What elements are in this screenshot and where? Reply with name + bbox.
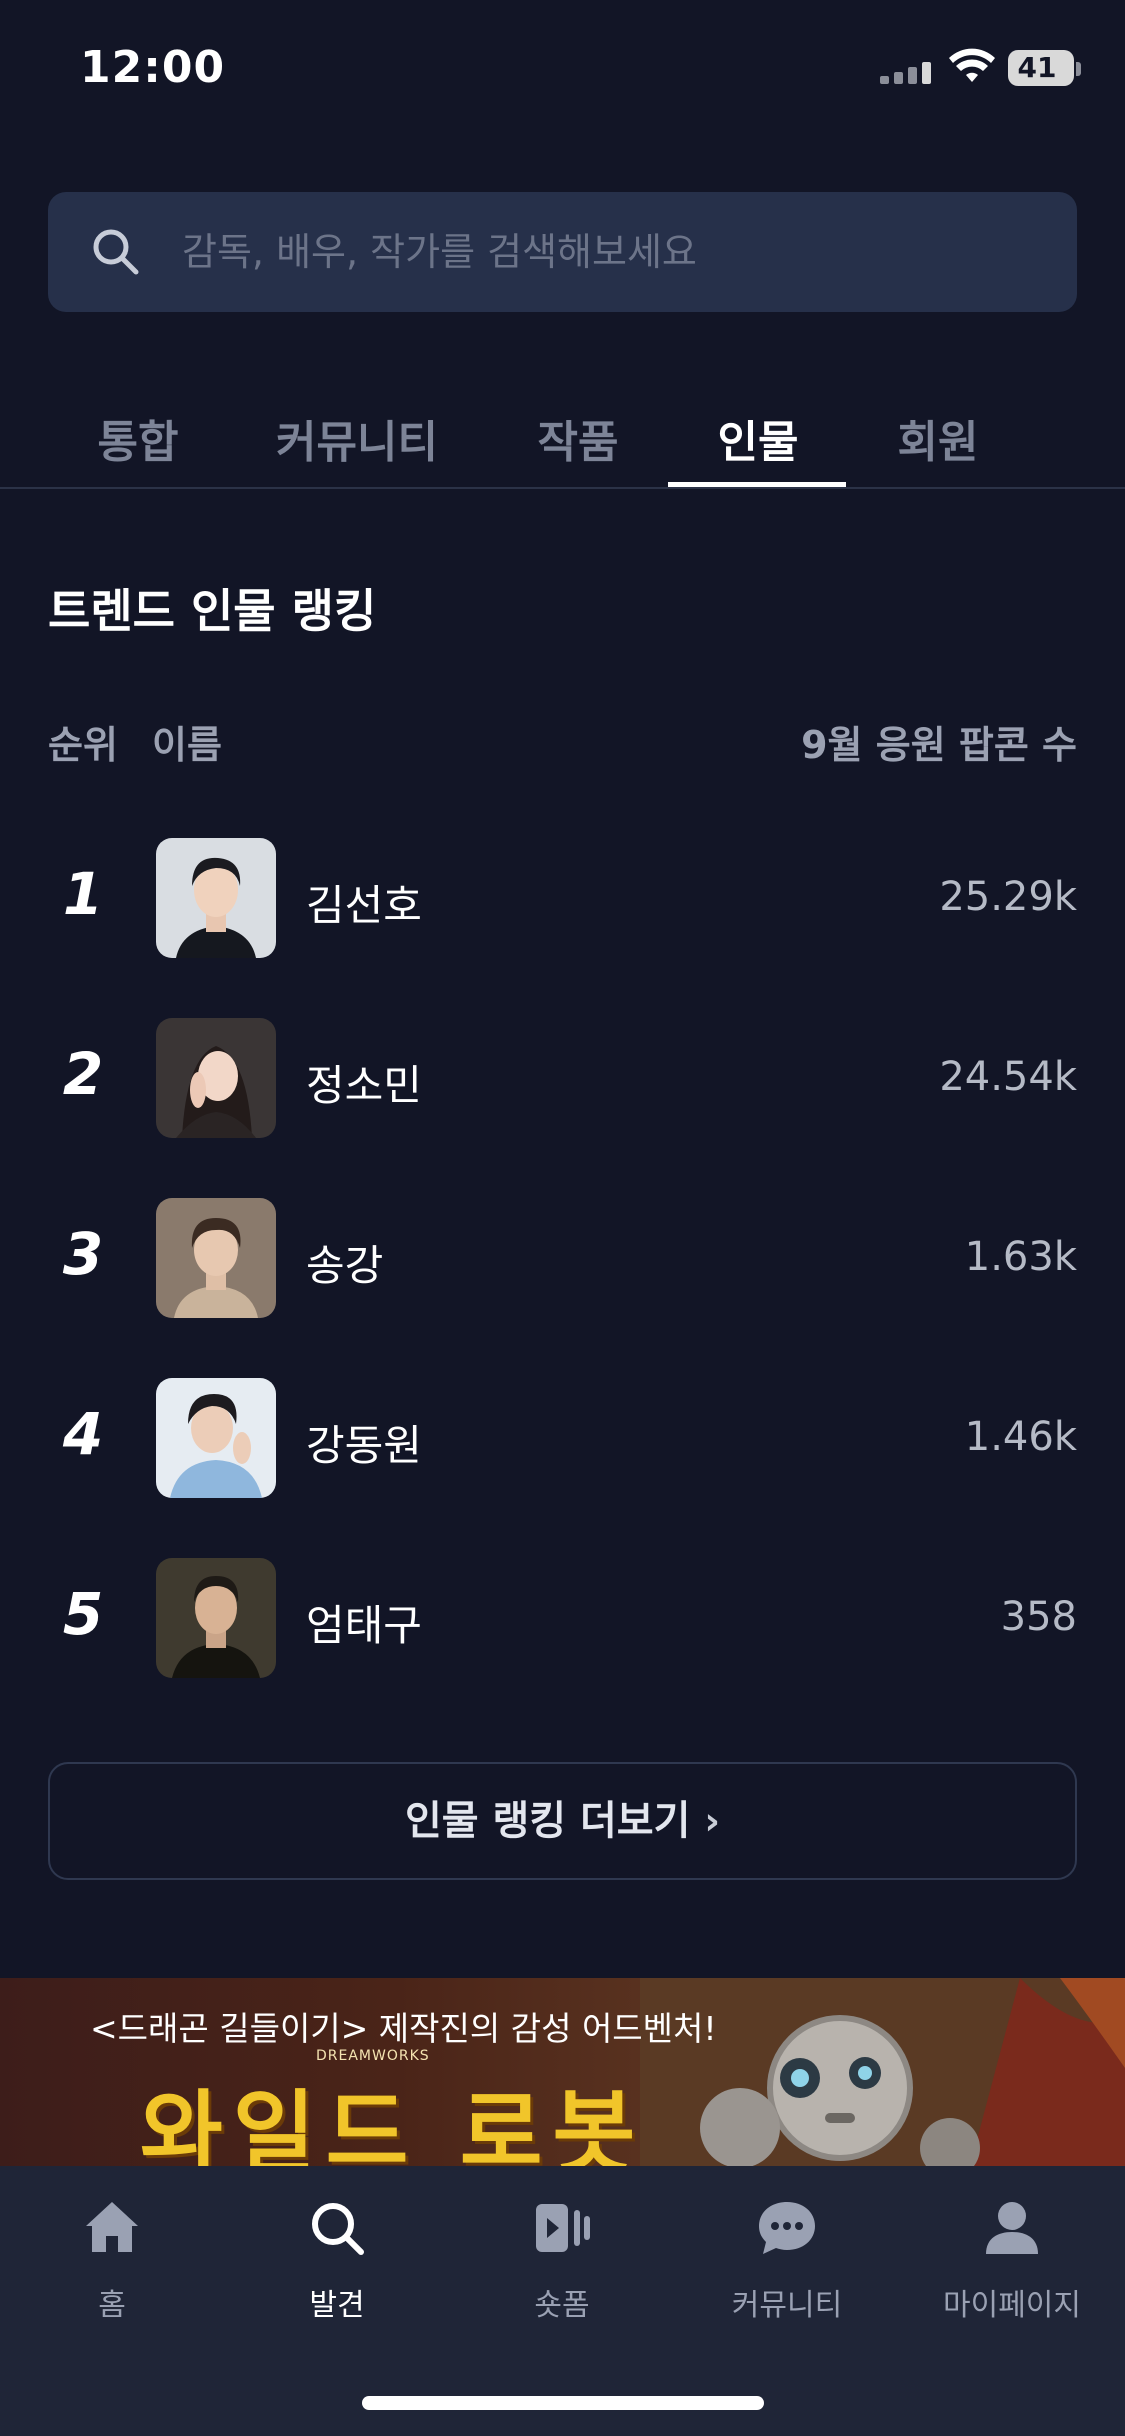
nav-label: 발견 (309, 2288, 365, 2323)
person-name: 송강 (306, 1241, 384, 1290)
nav-label: 홈 (98, 2288, 126, 2323)
ranking-row[interactable]: 5 엄태구 358 (0, 1558, 1125, 1678)
tab-all[interactable]: 통합 (68, 400, 208, 486)
fan-count: 1.63k (964, 1234, 1077, 1280)
chat-icon (759, 2202, 815, 2254)
person-name: 김선호 (306, 881, 422, 930)
tab-works[interactable]: 작품 (508, 400, 648, 486)
nav-discover[interactable]: 발견 (237, 2196, 437, 2324)
avatar (156, 1558, 276, 1678)
search-input[interactable] (182, 192, 1042, 312)
nav-mypage[interactable]: 마이페이지 (912, 2196, 1112, 2324)
avatar (156, 1018, 276, 1138)
home-indicator (362, 2396, 764, 2410)
column-header-name: 이름 (152, 723, 222, 767)
avatar (156, 838, 276, 958)
nav-label: 마이페이지 (943, 2288, 1081, 2323)
battery-cap (1076, 62, 1081, 76)
ranking-row[interactable]: 4 강동원 1.46k (0, 1378, 1125, 1498)
avatar (156, 1378, 276, 1498)
more-ranking-button[interactable]: 인물 랭킹 더보기 › (48, 1762, 1077, 1880)
column-header-rank: 순위 (48, 723, 118, 767)
person-icon (986, 2202, 1038, 2254)
ranking-row[interactable]: 1 김선호 25.29k (0, 838, 1125, 958)
nav-community[interactable]: 커뮤니티 (687, 2196, 887, 2324)
banner-subtitle: <드래곤 길들이기> 제작진의 감성 어드벤처! (90, 2009, 717, 2048)
search-icon (93, 229, 139, 275)
tab-people[interactable]: 인물 (688, 400, 828, 486)
nav-shortform[interactable]: 숏폼 (462, 2196, 662, 2324)
avatar (156, 1198, 276, 1318)
nav-home[interactable]: 홈 (12, 2196, 212, 2324)
person-name: 강동원 (306, 1421, 422, 1470)
rank-number: 3 (62, 1220, 104, 1288)
section-title: 트렌드 인물 랭킹 (48, 584, 377, 638)
battery-level: 41 (1017, 51, 1057, 84)
ranking-row[interactable]: 3 송강 1.63k (0, 1198, 1125, 1318)
status-bar: 12:00 41 (0, 0, 1125, 140)
rank-number: 4 (62, 1400, 104, 1468)
rank-number: 2 (62, 1040, 104, 1108)
fan-count: 24.54k (939, 1054, 1077, 1100)
search-bar[interactable] (48, 192, 1077, 312)
fan-count: 358 (1000, 1594, 1077, 1640)
tab-members[interactable]: 회원 (868, 400, 1008, 486)
search-icon (312, 2203, 364, 2255)
fan-count: 1.46k (964, 1414, 1077, 1460)
nav-label: 숏폼 (534, 2288, 590, 2323)
battery-icon: 41 (1008, 50, 1074, 86)
ad-banner[interactable]: <드래곤 길들이기> 제작진의 감성 어드벤처! DREAMWORKS 와일드 … (0, 1978, 1125, 2166)
tab-community[interactable]: 커뮤니티 (250, 400, 464, 486)
status-time: 12:00 (80, 42, 226, 93)
shortform-icon (536, 2204, 590, 2252)
tabs-divider (0, 487, 1125, 489)
person-name: 정소민 (306, 1061, 422, 1110)
rank-number: 1 (62, 860, 104, 928)
more-ranking-label: 인물 랭킹 더보기 (404, 1798, 691, 1844)
fan-count: 25.29k (939, 874, 1077, 920)
rank-number: 5 (62, 1580, 104, 1648)
ranking-row[interactable]: 2 정소민 24.54k (0, 1018, 1125, 1138)
banner-title: 와일드 로봇 (140, 2081, 646, 2166)
column-header-fans: 9월 응원 팝콘 수 (801, 723, 1077, 767)
search-tabs: 통합 커뮤니티 작품 인물 회원 (0, 400, 1125, 490)
nav-label: 커뮤니티 (731, 2288, 843, 2323)
chevron-right-icon: › (704, 1799, 721, 1843)
signal-icon (880, 60, 936, 84)
wifi-icon (949, 48, 995, 82)
home-icon (86, 2202, 138, 2252)
person-name: 엄태구 (306, 1601, 422, 1650)
